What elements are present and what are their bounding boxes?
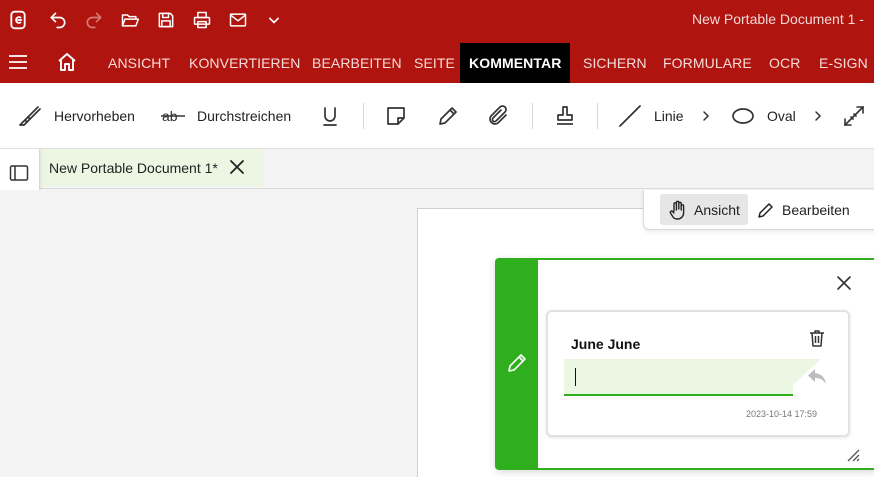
app-window: New Portable Document 1 - ANSICHT KONVER… [0,0,874,477]
menu-bearbeiten[interactable]: BEARBEITEN [312,55,402,71]
comment-author: June June [571,336,641,352]
comment-popup-strip [497,260,538,468]
comment-timestamp: 2023-10-14 17:59 [746,409,818,419]
window-title: New Portable Document 1 - [692,11,864,27]
edit-mode-label: Bearbeiten [782,201,850,218]
mode-bar: Ansicht Bearbeiten [643,190,874,230]
line-icon [619,105,641,127]
reply-icon[interactable] [806,366,828,386]
strikethrough-icon: ab [161,108,185,124]
chevron-down-icon[interactable] [262,8,286,32]
view-mode-button[interactable]: Ansicht [660,194,748,225]
document-tab-bar: New Portable Document 1* [0,149,874,189]
measure-button[interactable] [842,103,866,129]
oval-icon [732,108,754,124]
document-tab[interactable]: New Portable Document 1* [40,149,264,186]
sticky-note-icon [387,107,405,125]
undo-icon[interactable] [46,8,70,32]
edit-mode-button[interactable]: Bearbeiten [748,194,858,225]
highlight-button[interactable]: Hervorheben [18,103,135,129]
home-icon[interactable] [56,51,78,73]
line-button[interactable]: Linie [618,103,684,129]
menu-konvertieren[interactable]: KONVERTIEREN [189,55,300,71]
comment-card: June June 2023-10-14 17:59 [546,310,850,437]
menu-esign[interactable]: E-SIGN [819,55,868,71]
measure-icon [844,106,864,126]
redo-icon[interactable] [82,8,106,32]
open-folder-icon[interactable] [118,8,142,32]
menu-formulare[interactable]: FORMULARE [663,55,752,71]
menu-kommentar[interactable]: KOMMENTAR [460,43,571,83]
pencil-icon [439,107,457,125]
toolbar-separator [532,103,533,129]
stamp-icon [557,106,573,125]
view-mode-label: Ansicht [694,201,740,218]
underline-button[interactable] [318,103,342,129]
app-logo-icon[interactable] [6,8,30,32]
strikethrough-button[interactable]: ab Durchstreichen [161,103,291,129]
print-icon[interactable] [190,8,214,32]
toolbar-separator [363,103,364,129]
comment-popup: June June 2023-10-14 17:59 [495,258,874,470]
menu-bar: ANSICHT KONVERTIEREN BEARBEITEN SEITE KO… [0,40,874,83]
trash-icon[interactable] [807,328,827,348]
pencil-icon [758,202,773,218]
hand-icon [669,200,685,220]
stamp-button[interactable] [553,103,577,129]
paperclip-icon [489,105,507,125]
sticky-note-button[interactable] [384,103,408,129]
menu-sichern[interactable]: SICHERN [583,55,647,71]
chevron-right-icon[interactable] [700,109,712,123]
resize-handle-icon[interactable] [846,448,860,462]
menu-ansicht[interactable]: ANSICHT [108,55,170,71]
menu-ocr[interactable]: OCR [769,55,800,71]
menu-seite[interactable]: SEITE [414,55,455,71]
comment-toolbar: Hervorheben ab Durchstreichen Linie Oval [0,83,874,149]
mail-icon[interactable] [226,8,250,32]
close-icon[interactable] [228,158,246,176]
document-tab-title: New Portable Document 1* [49,159,218,176]
chevron-right-icon[interactable] [812,109,824,123]
attachment-button[interactable] [487,103,511,129]
pencil-icon [508,354,526,372]
reply-input[interactable] [564,359,793,396]
underline-icon [323,107,337,126]
save-icon[interactable] [154,8,178,32]
close-icon[interactable] [834,273,854,293]
title-bar: New Portable Document 1 - [0,0,874,40]
pencil-button[interactable] [436,103,460,129]
oval-button[interactable]: Oval [731,103,796,129]
text-caret [575,368,576,386]
toolbar-separator [597,103,598,129]
highlighter-icon [19,106,41,126]
panel-toggle-icon[interactable] [9,163,29,183]
hamburger-icon[interactable] [8,52,28,72]
